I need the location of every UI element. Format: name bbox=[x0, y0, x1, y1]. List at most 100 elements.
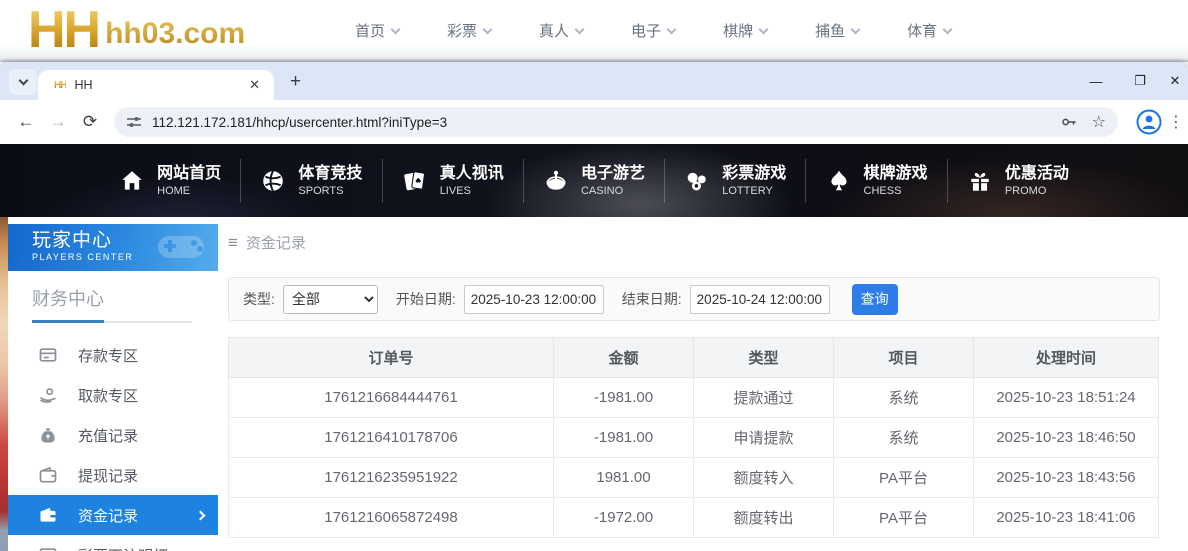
section-underline bbox=[32, 321, 192, 323]
site-nav-item-2[interactable]: 真人 bbox=[539, 20, 583, 41]
sidebar-item-3[interactable]: 提现记录 bbox=[8, 455, 218, 495]
page-viewport: 网站首页HOME体育竞技SPORTS真人视讯LIVES电子游艺CASINO彩票游… bbox=[0, 144, 1188, 551]
main-game-nav: 网站首页HOME体育竞技SPORTS真人视讯LIVES电子游艺CASINO彩票游… bbox=[0, 144, 1188, 217]
main-nav-item-6[interactable]: 优惠活动PROMO bbox=[947, 159, 1088, 203]
main-nav-label-en: LOTTERY bbox=[722, 184, 786, 198]
sidebar-item-4[interactable]: 资金记录 bbox=[8, 495, 218, 535]
main-nav-label-zh: 棋牌游戏 bbox=[864, 164, 928, 184]
sidebar-item-0[interactable]: 存款专区 bbox=[8, 335, 218, 375]
withdraw-hand-icon bbox=[38, 385, 58, 405]
main-nav-label-en: SPORTS bbox=[298, 184, 362, 198]
table-row: 1761216410178706-1981.00申请提款系统2025-10-23… bbox=[229, 418, 1159, 458]
browser-menu-icon[interactable]: ⋮ bbox=[1168, 112, 1178, 132]
playing-cards-icon bbox=[402, 168, 428, 194]
password-key-icon[interactable] bbox=[1060, 113, 1078, 131]
main-nav-item-1[interactable]: 体育竞技SPORTS bbox=[240, 159, 381, 203]
main-nav-label-zh: 优惠活动 bbox=[1005, 164, 1069, 184]
sidebar: 玩家中心 PLAYERS CENTER 财务中心 存款专区取款专区充值记录提现记… bbox=[8, 217, 218, 551]
main-nav-label-en: LIVES bbox=[440, 184, 504, 198]
sidebar-item-2[interactable]: 充值记录 bbox=[8, 415, 218, 455]
background-banner-edge bbox=[0, 217, 8, 551]
type-select[interactable]: 全部 bbox=[283, 285, 378, 314]
site-logo[interactable]: HH hh03.com bbox=[28, 2, 245, 58]
breadcrumb-label: 资金记录 bbox=[246, 232, 306, 253]
site-favicon: HH bbox=[54, 80, 66, 91]
tab-search-button[interactable] bbox=[9, 69, 37, 95]
table-cell: 2025-10-23 18:43:56 bbox=[974, 458, 1159, 498]
back-button[interactable]: ← bbox=[10, 112, 42, 132]
table-cell: PA平台 bbox=[834, 458, 974, 498]
new-tab-button[interactable]: + bbox=[282, 71, 309, 93]
roulette-icon bbox=[543, 168, 569, 194]
sidebar-item-label: 取款专区 bbox=[78, 385, 138, 406]
profile-avatar[interactable] bbox=[1136, 109, 1162, 135]
sidebar-item-5[interactable]: 彩票下注明细 bbox=[8, 535, 218, 551]
window-controls: — ❐ ✕ bbox=[1074, 62, 1188, 100]
start-date-input[interactable] bbox=[464, 285, 604, 314]
chevron-down-icon bbox=[575, 24, 585, 34]
table-cell: 1761216235951922 bbox=[229, 458, 554, 498]
moneybag-icon bbox=[38, 425, 58, 445]
table-header-cell: 订单号 bbox=[229, 338, 554, 378]
chevron-down-icon bbox=[851, 24, 861, 34]
reload-button[interactable]: ⟳ bbox=[74, 112, 106, 132]
table-row: 1761216065872498-1972.00额度转出PA平台2025-10-… bbox=[229, 498, 1159, 538]
site-nav-item-3[interactable]: 电子 bbox=[631, 20, 675, 41]
table-header-cell: 金额 bbox=[554, 338, 694, 378]
table-cell: 额度转出 bbox=[694, 498, 834, 538]
sidebar-menu: 存款专区取款专区充值记录提现记录资金记录彩票下注明细 bbox=[8, 335, 218, 551]
main-nav-label-zh: 真人视讯 bbox=[440, 164, 504, 184]
main-nav-item-3[interactable]: 电子游艺CASINO bbox=[523, 159, 664, 203]
table-header-cell: 项目 bbox=[834, 338, 974, 378]
main-nav-item-4[interactable]: 彩票游戏LOTTERY bbox=[664, 159, 805, 203]
sidebar-item-label: 充值记录 bbox=[78, 425, 138, 446]
main-nav-item-5[interactable]: 棋牌游戏CHESS bbox=[805, 159, 946, 203]
end-date-input[interactable] bbox=[690, 285, 830, 314]
chevron-down-icon bbox=[18, 76, 28, 86]
main-nav-label-en: PROMO bbox=[1005, 184, 1069, 198]
browser-tabstrip: HH HH ✕ + — ❐ ✕ bbox=[0, 62, 1188, 100]
table-header-cell: 处理时间 bbox=[974, 338, 1159, 378]
browser-tab[interactable]: HH HH ✕ bbox=[38, 70, 274, 100]
address-bar[interactable]: 112.121.172.181/hhcp/usercenter.html?ini… bbox=[114, 107, 1118, 137]
chevron-right-icon bbox=[196, 510, 206, 520]
bookmark-star-icon[interactable]: ☆ bbox=[1092, 112, 1106, 132]
table-cell: 额度转入 bbox=[694, 458, 834, 498]
site-header: HH hh03.com 首页 彩票 真人 电子 棋牌 捕鱼 体育 bbox=[0, 0, 1188, 62]
site-nav-item-6[interactable]: 体育 bbox=[907, 20, 951, 41]
bet-detail-list-icon bbox=[38, 545, 58, 551]
start-date-label: 开始日期: bbox=[396, 289, 456, 309]
deposit-card-icon bbox=[38, 345, 58, 365]
filter-bar: 类型: 全部 开始日期: 结束日期: 查询 bbox=[228, 277, 1160, 321]
main-nav-label-en: HOME bbox=[157, 184, 221, 198]
sidebar-item-1[interactable]: 取款专区 bbox=[8, 375, 218, 415]
forward-button[interactable]: → bbox=[42, 112, 74, 132]
table-cell: -1981.00 bbox=[554, 418, 694, 458]
search-button[interactable]: 查询 bbox=[852, 284, 898, 315]
minimize-button[interactable]: — bbox=[1074, 74, 1118, 89]
table-cell: 提款通过 bbox=[694, 378, 834, 418]
site-nav-item-1[interactable]: 彩票 bbox=[447, 20, 491, 41]
main-nav-item-0[interactable]: 网站首页HOME bbox=[100, 159, 240, 203]
table-cell: -1972.00 bbox=[554, 498, 694, 538]
site-settings-icon[interactable] bbox=[126, 114, 142, 130]
site-nav-item-5[interactable]: 捕鱼 bbox=[815, 20, 859, 41]
main-nav-item-2[interactable]: 真人视讯LIVES bbox=[382, 159, 523, 203]
table-header-cell: 类型 bbox=[694, 338, 834, 378]
tab-close-icon[interactable]: ✕ bbox=[243, 75, 266, 95]
site-nav-item-0[interactable]: 首页 bbox=[355, 20, 399, 41]
page-body: 玩家中心 PLAYERS CENTER 财务中心 存款专区取款专区充值记录提现记… bbox=[0, 217, 1188, 551]
table-cell: 1981.00 bbox=[554, 458, 694, 498]
type-label: 类型: bbox=[243, 289, 275, 309]
table-header-row: 订单号金额类型项目处理时间 bbox=[229, 338, 1159, 378]
players-center-header[interactable]: 玩家中心 PLAYERS CENTER bbox=[8, 224, 218, 271]
chevron-down-icon bbox=[759, 24, 769, 34]
maximize-button[interactable]: ❐ bbox=[1118, 73, 1162, 89]
table-cell: 2025-10-23 18:41:06 bbox=[974, 498, 1159, 538]
url-text[interactable]: 112.121.172.181/hhcp/usercenter.html?ini… bbox=[152, 115, 1046, 130]
browser-toolbar: ← → ⟳ 112.121.172.181/hhcp/usercenter.ht… bbox=[0, 100, 1188, 144]
table-cell: 申请提款 bbox=[694, 418, 834, 458]
close-window-button[interactable]: ✕ bbox=[1162, 73, 1188, 89]
table-cell: 系统 bbox=[834, 418, 974, 458]
site-nav-item-4[interactable]: 棋牌 bbox=[723, 20, 767, 41]
